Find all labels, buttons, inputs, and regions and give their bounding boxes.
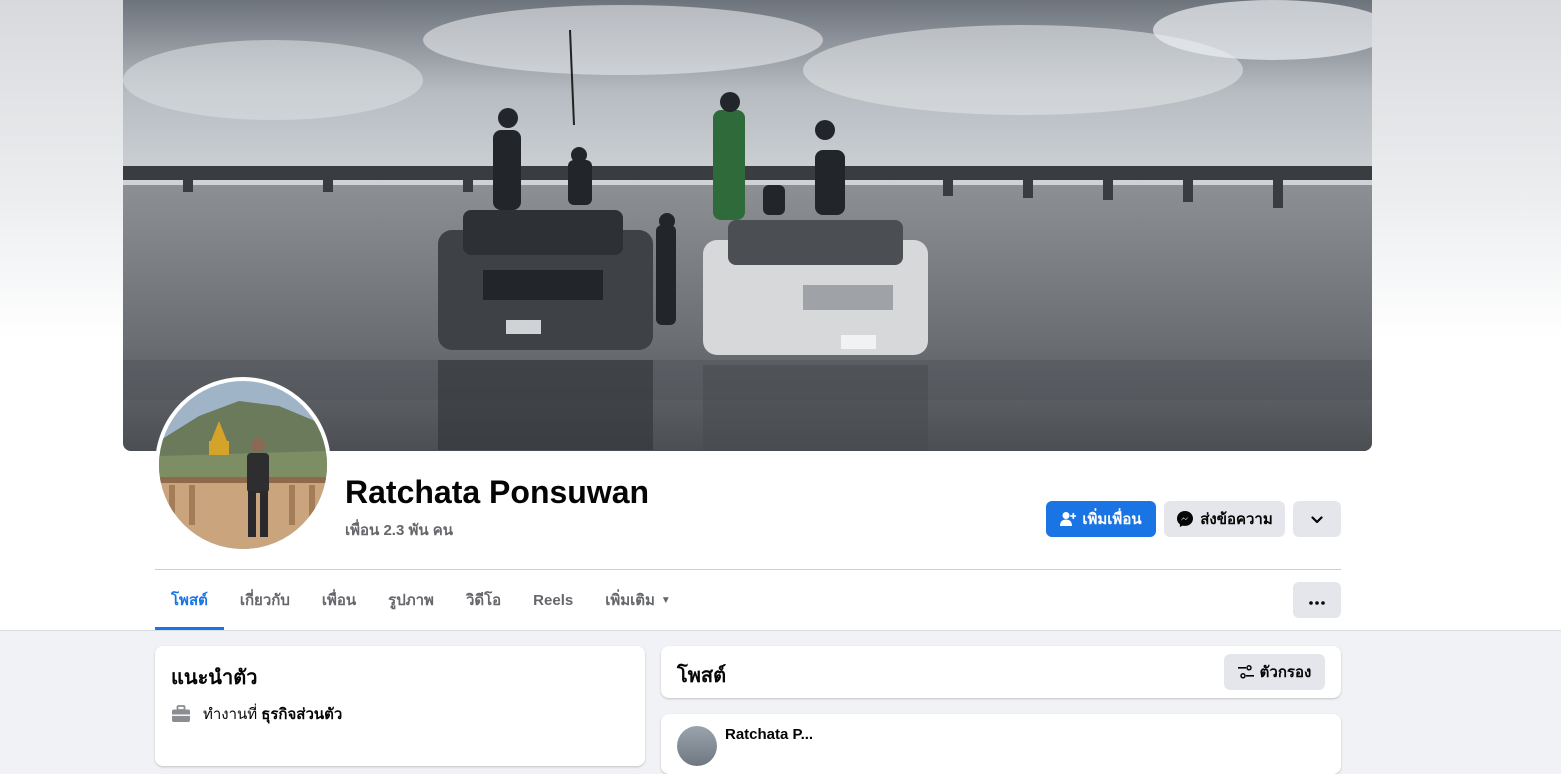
filter-icon — [1237, 665, 1254, 679]
filter-label: ตัวกรอง — [1259, 664, 1312, 681]
briefcase-icon — [171, 705, 191, 723]
add-friend-icon — [1060, 511, 1077, 527]
intro-work-row: ทำงานที่ ธุรกิจส่วนตัว — [171, 702, 342, 726]
tab-posts[interactable]: โพสต์ — [155, 570, 224, 630]
work-place[interactable]: ธุรกิจส่วนตัว — [261, 702, 342, 726]
avatar[interactable] — [159, 381, 327, 549]
profile-name: Ratchata Ponsuwan — [345, 474, 650, 510]
profile-tabs: โพสต์ เกี่ยวกับ เพื่อน รูปภาพ วิดีโอ Ree… — [155, 570, 687, 630]
chevron-down-icon — [1311, 511, 1323, 528]
add-friend-button[interactable]: เพิ่มเพื่อน — [1046, 501, 1156, 537]
tab-friends[interactable]: เพื่อน — [306, 570, 372, 630]
cover-photo[interactable] — [123, 0, 1372, 451]
friend-count[interactable]: เพื่อน 2.3 พัน คน — [345, 518, 453, 542]
caret-down-icon: ▼ — [660, 594, 671, 606]
post-author-name[interactable]: Ratchata P... — [725, 726, 813, 743]
profile-header: Ratchata Ponsuwan เพื่อน 2.3 พัน คน เพิ่… — [0, 0, 1561, 631]
messenger-icon — [1176, 510, 1194, 528]
tab-about[interactable]: เกี่ยวกับ — [224, 570, 306, 630]
post-author-avatar[interactable] — [677, 726, 717, 766]
profile-picture-frame[interactable] — [155, 377, 331, 553]
intro-card: แนะนำตัว ทำงานที่ ธุรกิจส่วนตัว — [155, 646, 645, 766]
tab-videos[interactable]: วิดีโอ — [450, 570, 517, 630]
tab-photos[interactable]: รูปภาพ — [372, 570, 450, 630]
ellipsis-icon — [1309, 592, 1325, 609]
filter-button[interactable]: ตัวกรอง — [1224, 654, 1325, 690]
add-friend-label: เพิ่มเพื่อน — [1082, 511, 1142, 528]
work-prefix: ทำงานที่ — [203, 706, 258, 723]
intro-title: แนะนำตัว — [171, 667, 258, 689]
profile-options-button[interactable] — [1293, 501, 1341, 537]
posts-header-card: โพสต์ ตัวกรอง — [661, 646, 1341, 698]
tab-more[interactable]: เพิ่มเติม ▼ — [589, 570, 687, 630]
more-options-button[interactable] — [1293, 582, 1341, 618]
posts-title: โพสต์ — [677, 665, 727, 687]
post-card: Ratchata P... — [661, 714, 1341, 774]
tab-reels[interactable]: Reels — [517, 570, 589, 630]
message-button[interactable]: ส่งข้อความ — [1164, 501, 1285, 537]
message-label: ส่งข้อความ — [1200, 511, 1273, 528]
header-bottom-border — [0, 630, 1561, 631]
